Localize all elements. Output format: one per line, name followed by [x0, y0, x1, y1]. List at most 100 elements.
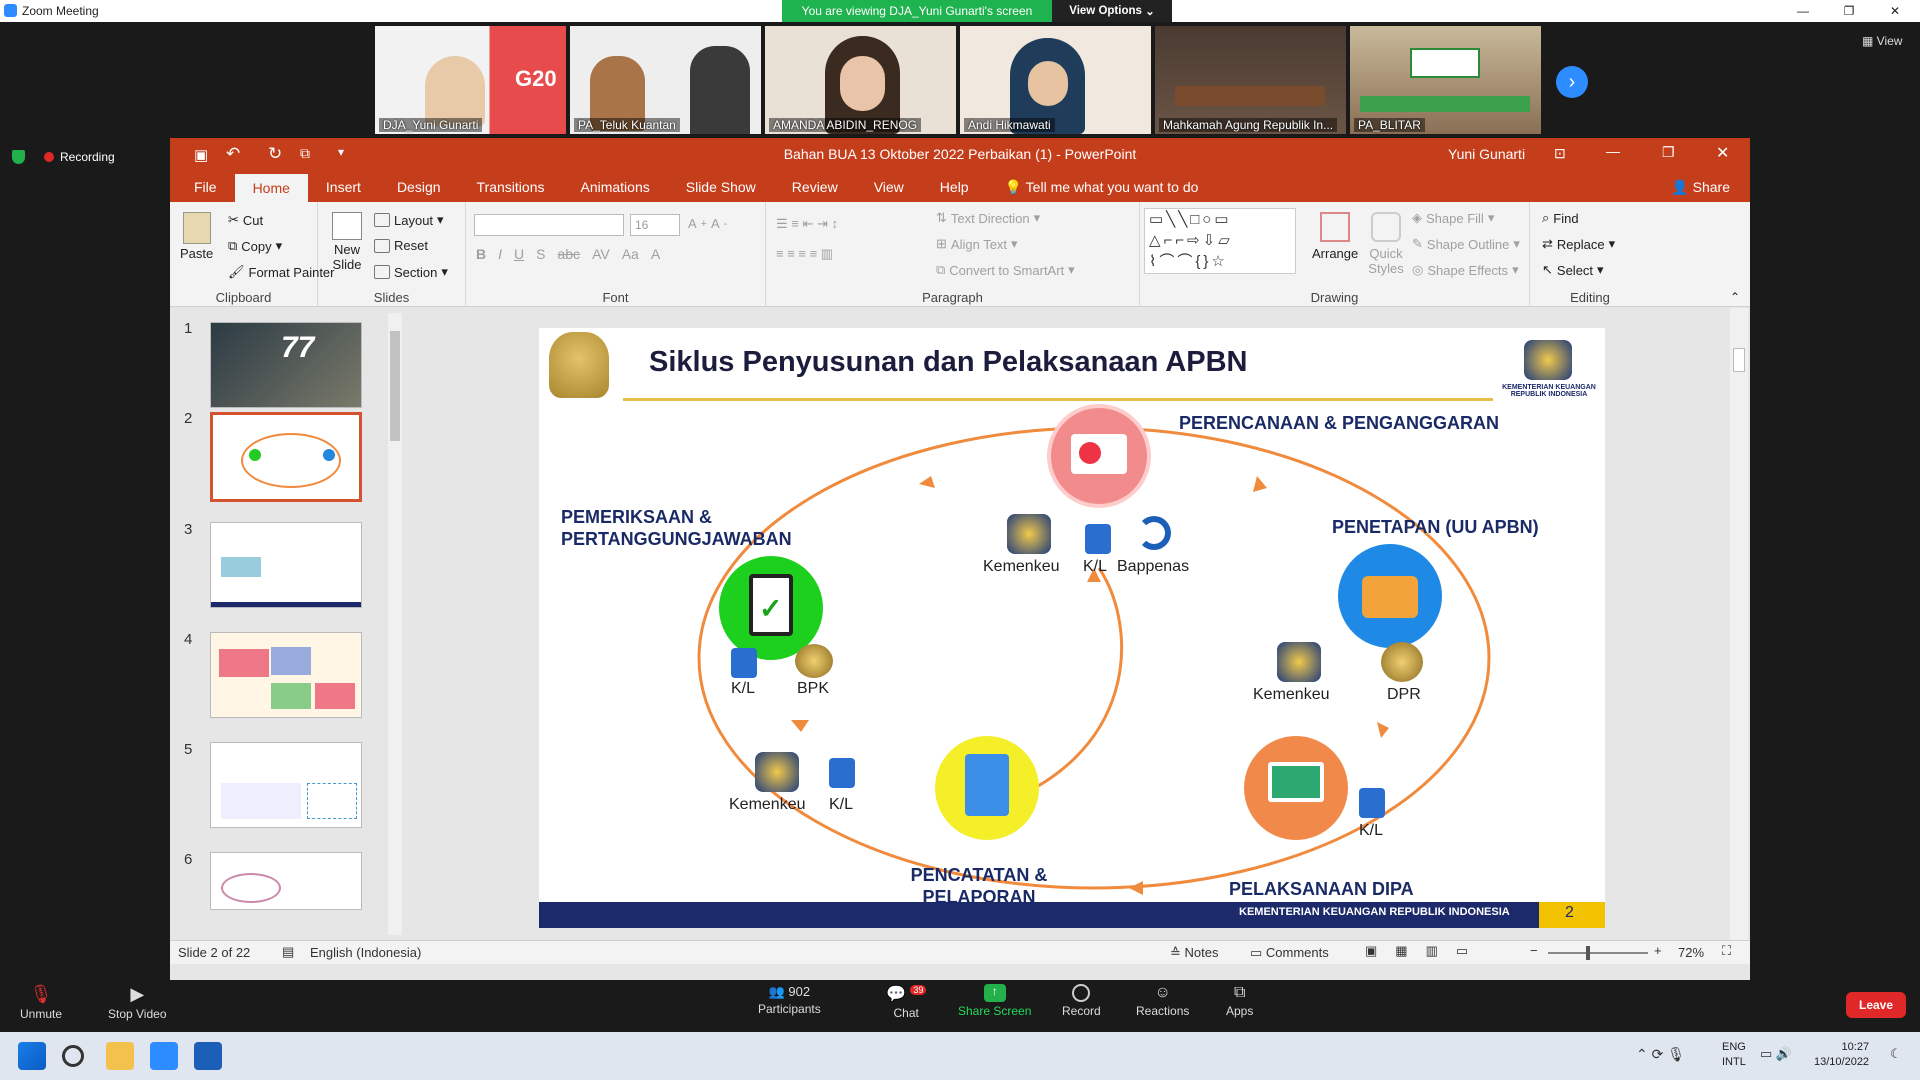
thumbnails-scrollbar[interactable] — [388, 313, 402, 935]
find-button[interactable]: ⌕ Find — [1542, 210, 1579, 226]
video-tile[interactable]: PA_BLITAR — [1350, 26, 1541, 134]
shapes-gallery[interactable]: ▭╲╲□○▭ △⌐⌐⇨⇩▱ ⌇⌒⌒{}☆ — [1144, 208, 1296, 274]
minimize-button[interactable]: — — [1780, 0, 1826, 22]
input-language[interactable]: ENG INTL — [1722, 1040, 1746, 1070]
shape-outline-button[interactable]: ✎ Shape Outline ▾ — [1412, 236, 1520, 252]
network-volume-icons[interactable]: ▭ 🔊 — [1760, 1046, 1792, 1062]
align-buttons[interactable]: ≡ ≡ ≡ ≡ ▥ — [776, 246, 833, 262]
close-button[interactable]: ✕ — [1872, 0, 1918, 22]
font-size-buttons[interactable]: A + A- — [688, 216, 727, 231]
paste-button[interactable]: Paste — [180, 212, 213, 261]
fit-slide-icon[interactable]: ⛶ — [1722, 943, 1731, 959]
drawing-label: Drawing — [1310, 290, 1359, 305]
ribbon-display-options-icon[interactable]: ⊡ — [1554, 145, 1566, 162]
slide-canvas[interactable]: Siklus Penyusunan dan Pelaksanaan APBN K… — [539, 328, 1605, 928]
chat-button[interactable]: 💬 39 Chat — [886, 984, 927, 1020]
slide-thumbnail[interactable] — [210, 852, 362, 910]
leave-button[interactable]: Leave — [1846, 992, 1906, 1018]
font-name-box[interactable] — [474, 214, 624, 236]
language[interactable]: English (Indonesia) — [310, 945, 421, 960]
maximize-button[interactable]: ❐ — [1826, 0, 1872, 22]
slide-thumbnail[interactable] — [210, 522, 362, 608]
replace-button[interactable]: ⇄ Replace ▾ — [1542, 236, 1615, 252]
comments-button[interactable]: ▭ Comments — [1250, 945, 1329, 961]
zoom-slider[interactable] — [1548, 952, 1648, 954]
view-button[interactable]: ▦ View — [1862, 34, 1902, 48]
video-tile[interactable]: PA_Teluk Kuantan — [570, 26, 761, 134]
collapse-ribbon-icon[interactable]: ⌃ — [1730, 290, 1740, 304]
word-app-icon[interactable] — [194, 1042, 222, 1070]
video-tile[interactable]: Mahkamah Agung Republik In... — [1155, 26, 1346, 134]
font-size-box[interactable]: 16 — [630, 214, 680, 236]
align-text-label: Align Text — [950, 236, 1008, 252]
layout-button[interactable]: Layout ▾ — [374, 212, 444, 228]
zoom-level[interactable]: 72% — [1678, 945, 1704, 960]
zoom-slider-thumb[interactable] — [1586, 946, 1590, 960]
tab-review[interactable]: Review — [774, 172, 856, 202]
cut-button[interactable]: ✂ Cut — [228, 212, 263, 228]
tab-animations[interactable]: Animations — [562, 172, 667, 202]
view-options-button[interactable]: View Options ⌄ — [1052, 0, 1172, 22]
tab-view[interactable]: View — [856, 172, 922, 202]
new-slide-button[interactable]: New Slide — [326, 212, 368, 272]
slide-thumbnail-selected[interactable] — [210, 412, 362, 502]
share-button[interactable]: 👤 Share — [1653, 172, 1750, 202]
windows-start-icon[interactable] — [18, 1042, 46, 1070]
tab-help[interactable]: Help — [922, 172, 987, 202]
search-icon[interactable] — [62, 1045, 84, 1067]
tell-me-search[interactable]: 💡 Tell me what you want to do — [987, 172, 1217, 202]
section-button[interactable]: Section ▾ — [374, 264, 448, 280]
convert-smartart-button[interactable]: ⧉ Convert to SmartArt ▾ — [936, 262, 1075, 278]
video-tile[interactable]: Andi Hikmawati — [960, 26, 1151, 134]
ppt-restore-button[interactable]: ❐ — [1662, 144, 1675, 161]
participants-button[interactable]: 👥 902 Participants — [758, 984, 821, 1016]
align-text-button[interactable]: ⊞ Align Text ▾ — [936, 236, 1018, 252]
ppt-close-button[interactable]: ✕ — [1716, 143, 1729, 163]
shape-effects-button[interactable]: ◎ Shape Effects ▾ — [1412, 262, 1519, 278]
zoom-out-button[interactable]: − — [1530, 943, 1538, 958]
scrollbar-thumb[interactable] — [1733, 348, 1745, 372]
unmute-button[interactable]: 🎙 Unmute — [20, 984, 62, 1021]
recording-indicator[interactable]: Recording — [44, 150, 115, 164]
slide-thumbnail[interactable]: 77 — [210, 322, 362, 408]
security-shield-icon[interactable] — [12, 150, 25, 164]
video-tile[interactable]: AMANDA ABIDIN_RENOG — [765, 26, 956, 134]
tab-slide-show[interactable]: Slide Show — [668, 172, 774, 202]
arrange-button[interactable]: Arrange — [1312, 212, 1358, 261]
select-button[interactable]: ↖ Select ▾ — [1542, 262, 1604, 278]
slide-thumbnail[interactable] — [210, 632, 362, 718]
view-mode-buttons[interactable]: ▣▦▥▭ — [1365, 943, 1486, 959]
clock[interactable]: 10:27 13/10/2022 — [1814, 1040, 1869, 1070]
next-page-button[interactable]: › — [1556, 66, 1588, 98]
list-buttons[interactable]: ☰ ≡ ⇤ ⇥ ↕ — [776, 216, 838, 232]
record-button[interactable]: Record — [1062, 984, 1101, 1018]
share-screen-button[interactable]: ↑ Share Screen — [958, 984, 1031, 1018]
tab-insert[interactable]: Insert — [308, 172, 379, 202]
notifications-icon[interactable]: ☾ — [1890, 1046, 1902, 1062]
apps-button[interactable]: ⧉ Apps — [1226, 984, 1253, 1018]
quick-styles-button[interactable]: Quick Styles — [1368, 212, 1404, 276]
copy-button[interactable]: ⧉ Copy ▾ — [228, 238, 282, 254]
slide-thumbnail[interactable] — [210, 742, 362, 828]
stop-video-button[interactable]: ▶ Stop Video — [108, 984, 167, 1021]
video-tile[interactable]: G20 DJA_Yuni Gunarti — [375, 26, 566, 134]
editor-scrollbar[interactable] — [1730, 308, 1748, 940]
ppt-minimize-button[interactable]: — — [1606, 143, 1620, 159]
zoom-in-button[interactable]: + — [1654, 943, 1662, 958]
file-explorer-icon[interactable] — [106, 1042, 134, 1070]
tray-icons[interactable]: ⌃ ⟳ 🎙 — [1636, 1046, 1685, 1063]
tab-home[interactable]: Home — [234, 174, 308, 202]
tab-transitions[interactable]: Transitions — [459, 172, 563, 202]
notes-button[interactable]: ≙ Notes — [1170, 945, 1218, 961]
user-name[interactable]: Yuni Gunarti — [1448, 146, 1525, 162]
reactions-button[interactable]: ☺ Reactions — [1136, 984, 1189, 1018]
text-direction-button[interactable]: ⇅ Text Direction ▾ — [936, 210, 1040, 226]
zoom-app-icon[interactable] — [150, 1042, 178, 1070]
shape-fill-button[interactable]: ◈ Shape Fill ▾ — [1412, 210, 1494, 226]
scrollbar-thumb[interactable] — [390, 331, 400, 441]
tab-design[interactable]: Design — [379, 172, 459, 202]
accessibility-icon[interactable]: ▤ — [282, 944, 294, 960]
tab-file[interactable]: File — [170, 172, 235, 202]
font-style-buttons[interactable]: B I U Sabc AV Aa A — [476, 246, 660, 262]
reset-button[interactable]: Reset — [374, 238, 428, 253]
